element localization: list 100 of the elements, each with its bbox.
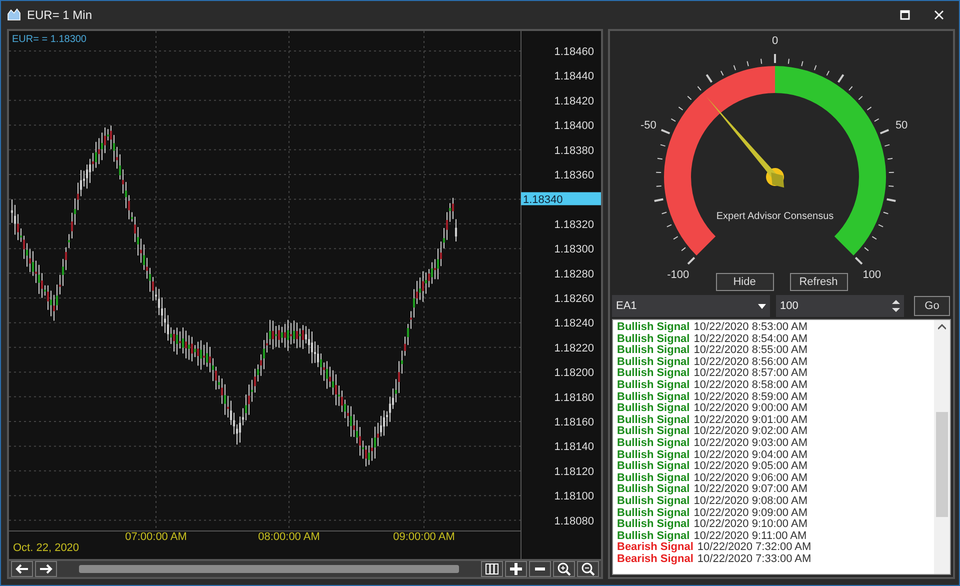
signal-time: 10/22/2020 9:04:00 AM	[694, 450, 808, 461]
signal-label: Bullish Signal	[617, 508, 690, 519]
signal-time: 10/22/2020 9:09:00 AM	[694, 508, 808, 519]
price-axis-label: 1.18200	[554, 367, 594, 380]
signal-time: 10/22/2020 7:32:00 AM	[697, 542, 812, 554]
signal-time: 10/22/2020 9:02:00 AM	[694, 426, 808, 438]
gauge-action-button[interactable]: Refresh	[790, 273, 848, 291]
price-axis-label: 1.18160	[554, 416, 594, 428]
gauge-action-button[interactable]: Hide	[716, 273, 774, 291]
date-label: Oct. 22, 2020	[13, 542, 80, 554]
price-axis-label: 1.18300	[554, 244, 594, 256]
price-axis-label: 1.18260	[554, 293, 594, 305]
signal-time: 10/22/2020 8:54:00 AM	[694, 334, 808, 345]
price-axis-label: 1.18100	[554, 490, 594, 503]
price-axis-label: 1.18180	[554, 392, 594, 404]
signal-label: Bullish Signal	[617, 380, 690, 392]
price-axis-label: 1.18380	[554, 144, 594, 157]
signal-label: Bullish Signal	[617, 414, 690, 426]
signal-time: 10/22/2020 9:01:00 AM	[694, 414, 808, 426]
app-icon	[7, 8, 21, 22]
signal-time: 10/22/2020 9:05:00 AM	[694, 461, 808, 473]
signal-label: Bullish Signal	[617, 519, 690, 531]
price-axis-label: 1.18400	[554, 120, 594, 132]
signal-time: 10/22/2020 9:08:00 AM	[694, 496, 808, 508]
signal-label: Bullish Signal	[617, 496, 690, 508]
signal-label: Bullish Signal	[617, 392, 690, 403]
dropdown-caret-icon	[758, 304, 766, 308]
price-axis-label: 1.18280	[554, 268, 594, 280]
close-icon	[934, 10, 944, 20]
price-axis-label: 1.18080	[554, 515, 594, 528]
signal-time: 10/22/2020 8:56:00 AM	[694, 356, 808, 368]
count-spin-field[interactable]: 100	[776, 295, 904, 317]
signal-time: 10/22/2020 8:53:00 AM	[694, 322, 808, 334]
time-axis-label: 08:00:00 AM	[258, 531, 320, 543]
maximize-icon	[900, 10, 910, 20]
vertical-scrollbar[interactable]	[934, 320, 950, 574]
signal-label: Bullish Signal	[617, 345, 690, 357]
signal-time: 10/22/2020 9:10:00 AM	[694, 519, 808, 531]
signal-label: Bullish Signal	[617, 438, 690, 450]
price-axis-label: 1.18140	[554, 441, 594, 454]
arrow-left-icon	[15, 563, 29, 575]
signal-time: 10/22/2020 9:00:00 AM	[694, 403, 808, 415]
zoom-out-icon	[581, 562, 595, 576]
price-axis-label: 1.18460	[554, 46, 594, 58]
price-axis-label: 1.18120	[554, 466, 594, 478]
price-axis-label: 1.18240	[554, 318, 594, 330]
gauge-scale-label: 100	[862, 268, 882, 281]
price-axis-label: 1.18320	[554, 218, 594, 231]
signal-label: Bullish Signal	[617, 322, 690, 334]
current-price-tag: 1.18340	[521, 192, 601, 206]
signal-label: Bullish Signal	[617, 461, 690, 473]
signal-time: 10/22/2020 9:11:00 AM	[694, 530, 807, 542]
arrow-right-icon	[39, 563, 53, 575]
signal-label: Bullish Signal	[617, 450, 690, 461]
signal-label: Bullish Signal	[617, 530, 690, 542]
signal-label: Bearish Signal	[617, 554, 694, 566]
signal-time: 10/22/2020 9:03:00 AM	[694, 438, 808, 450]
signal-time: 10/22/2020 7:33:00 AM	[697, 554, 812, 566]
price-axis-label: 1.18420	[554, 95, 594, 108]
gauge-scale-label: 0	[772, 35, 778, 47]
signal-label: Bearish Signal	[617, 542, 694, 554]
signal-label: Bullish Signal	[617, 368, 690, 380]
signal-label: Bullish Signal	[617, 426, 690, 438]
gauge-scale-label: -50	[640, 120, 656, 132]
plus-icon	[509, 562, 523, 576]
signal-label: Bullish Signal	[617, 356, 690, 368]
zoom-out-button[interactable]	[577, 561, 599, 577]
scroll-right-button[interactable]	[35, 561, 57, 577]
signal-time: 10/22/2020 8:59:00 AM	[694, 392, 808, 403]
price-axis-label: 1.18440	[554, 70, 594, 83]
window-title: EUR= 1 Min	[27, 7, 92, 24]
signal-time: 10/22/2020 8:55:00 AM	[694, 345, 808, 357]
minus-icon	[535, 567, 545, 571]
advisor-dropdown[interactable]: EA1	[612, 295, 770, 317]
signal-time: 10/22/2020 9:07:00 AM	[694, 484, 808, 496]
signal-label: Bullish Signal	[617, 403, 690, 415]
zoom-in-button[interactable]	[553, 561, 575, 577]
price-axis-label: 1.18220	[554, 342, 594, 354]
signal-time: 10/22/2020 8:58:00 AM	[694, 380, 808, 392]
fit-chart-button[interactable]	[481, 561, 503, 577]
gauge-scale-label: -100	[667, 268, 690, 281]
spin-arrows-icon[interactable]	[892, 299, 900, 313]
columns-icon	[485, 563, 499, 575]
plus-button[interactable]	[505, 561, 527, 577]
zoom-in-icon	[557, 562, 571, 576]
scroll-left-button[interactable]	[11, 561, 33, 577]
signal-time: 10/22/2020 8:57:00 AM	[694, 368, 808, 380]
scroll-up-icon[interactable]	[938, 324, 946, 330]
signal-label: Bullish Signal	[617, 334, 690, 345]
minus-button[interactable]	[529, 561, 551, 577]
time-axis-label: 07:00:00 AM	[125, 531, 187, 543]
price-axis-label: 1.18360	[554, 170, 594, 182]
chart-legend: EUR= = 1.18300	[12, 34, 86, 45]
signal-label: Bullish Signal	[617, 484, 690, 496]
gauge-title: Expert Advisor Consensus	[716, 211, 834, 222]
signal-time: 10/22/2020 9:06:00 AM	[694, 472, 808, 484]
time-axis-label: 09:00:00 AM	[393, 531, 455, 543]
gauge-scale-label: 50	[895, 120, 908, 132]
go-button[interactable]: Go	[914, 296, 950, 316]
signal-label: Bullish Signal	[617, 472, 690, 484]
